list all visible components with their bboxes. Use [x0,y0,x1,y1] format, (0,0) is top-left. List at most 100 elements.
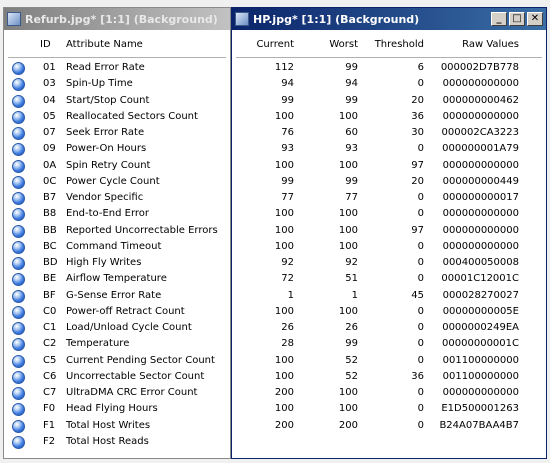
raw-value: 000000001A79 [442,143,519,155]
raw-value: 000000000000 [442,240,519,252]
attribute-name: Total Host Reads [66,435,149,447]
refurb-titlebar[interactable]: Refurb.jpg* [1:1] (Background) [4,8,230,30]
attribute-row[interactable]: C1 Load/Unload Cycle Count [4,321,230,337]
attribute-row[interactable]: B7 Vendor Specific [4,191,230,207]
threshold-value: 0 [417,143,424,155]
raw-value: 00000000001C [442,338,519,350]
values-row[interactable]: 99 99 20 000000000449 [232,175,546,191]
status-dot-icon [12,305,25,319]
current-value: 93 [281,143,294,155]
attribute-row[interactable]: 09 Power-On Hours [4,142,230,158]
attribute-name: High Fly Writes [66,257,142,268]
current-value: 99 [281,94,294,106]
values-row[interactable]: 77 77 0 000000000017 [232,191,546,207]
attribute-row[interactable]: 03 Spin-Up Time [4,77,230,93]
minimize-button[interactable]: _ [491,12,507,26]
attribute-id: C0 [43,305,57,317]
values-row[interactable]: 100 100 0 00000000005E [232,305,546,321]
values-row[interactable]: 100 52 36 001100000000 [232,370,546,386]
attribute-id: 01 [43,62,56,73]
attribute-row[interactable]: BB Reported Uncorrectable Errors [4,224,230,240]
worst-value: 93 [345,143,358,155]
threshold-value: 0 [417,387,424,398]
current-value: 200 [274,387,294,398]
attribute-row[interactable]: 04 Start/Stop Count [4,94,230,110]
current-value: 77 [281,192,294,203]
threshold-value: 45 [411,289,424,301]
values-row[interactable]: 76 60 30 000002CA3223 [232,126,546,142]
values-row[interactable]: 200 200 0 B24A07BAA4B7 [232,419,546,435]
status-dot-icon [12,143,25,157]
values-row[interactable]: 92 92 0 000400050008 [232,256,546,272]
values-row[interactable]: 28 99 0 00000000001C [232,337,546,353]
attribute-name: Vendor Specific [66,192,144,203]
values-row[interactable]: 200 100 0 000000000000 [232,386,546,402]
attribute-row[interactable]: 01 Read Error Rate [4,61,230,77]
attribute-row[interactable]: 0A Spin Retry Count [4,159,230,175]
values-row[interactable]: 100 100 0 000000000000 [232,207,546,223]
close-button[interactable]: ✕ [527,12,543,26]
attribute-row[interactable]: C6 Uncorrectable Sector Count [4,370,230,386]
attribute-row[interactable]: C5 Current Pending Sector Count [4,354,230,370]
values-row[interactable]: 72 51 0 00001C12001C [232,272,546,288]
attribute-row[interactable]: B8 End-to-End Error [4,207,230,223]
refurb-content: ID Attribute Name 01 Read Error Rate 03 Spi… [4,32,230,458]
attribute-id: C7 [43,387,57,398]
refurb-window[interactable]: Refurb.jpg* [1:1] (Background) ID Attrib… [3,7,231,459]
values-row[interactable]: 112 99 6 000002D7B778 [232,61,546,77]
attribute-id: F1 [43,419,56,431]
attribute-row[interactable]: F2 Total Host Reads [4,435,230,451]
attribute-row[interactable]: BF G-Sense Error Rate [4,289,230,305]
attribute-row[interactable]: BD High Fly Writes [4,256,230,272]
current-value: 200 [274,419,294,431]
raw-value: 000028270027 [442,289,519,301]
values-row[interactable]: 100 100 0 E1D500001263 [232,402,546,418]
threshold-value: 20 [411,94,424,106]
attribute-id: F0 [43,403,56,415]
attribute-id: C5 [43,354,57,366]
raw-value: E1D500001263 [441,403,519,415]
attribute-row[interactable]: 05 Reallocated Sectors Count [4,110,230,126]
values-row[interactable]: 26 26 0 0000000249EA [232,321,546,337]
status-dot-icon [12,289,25,303]
attribute-row[interactable]: F1 Total Host Writes [4,419,230,435]
values-row[interactable]: 94 94 0 000000000000 [232,77,546,93]
status-dot-icon [12,338,25,352]
attribute-row[interactable]: BC Command Timeout [4,240,230,256]
attribute-row[interactable]: F0 Head Flying Hours [4,402,230,418]
values-row[interactable]: 100 100 97 000000000000 [232,159,546,175]
attribute-name: Command Timeout [66,240,162,252]
values-row[interactable]: 100 100 97 000000000000 [232,224,546,240]
values-row[interactable]: 93 93 0 000000001A79 [232,142,546,158]
values-row[interactable]: 100 100 0 000000000000 [232,240,546,256]
attribute-row[interactable]: BE Airflow Temperature [4,272,230,288]
threshold-value: 30 [411,127,424,138]
values-list: 112 99 6 000002D7B778 94 94 0 000000000000 99 99 2… [232,61,546,451]
values-row[interactable]: 1 1 45 000028270027 [232,289,546,305]
values-row[interactable]: 100 52 0 001100000000 [232,354,546,370]
values-row[interactable]: 99 99 20 000000000462 [232,94,546,110]
attribute-id: BE [43,273,57,285]
values-row[interactable]: 100 100 36 000000000000 [232,110,546,126]
hp-titlebar[interactable]: HP.jpg* [1:1] (Background) _ □ ✕ [232,8,546,30]
attribute-name: Seek Error Rate [66,127,145,138]
attribute-row[interactable]: C2 Temperature [4,337,230,353]
attribute-row[interactable]: 07 Seek Error Rate [4,126,230,142]
values-row[interactable] [232,435,546,451]
attribute-row[interactable]: C7 UltraDMA CRC Error Count [4,386,230,402]
hp-window[interactable]: HP.jpg* [1:1] (Background) _ □ ✕ Current… [231,7,547,459]
attribute-name: Head Flying Hours [66,403,158,415]
hp-content: Current Worst Threshold Raw Values 112 99… [232,32,546,458]
status-dot-icon [12,110,25,124]
current-value: 72 [281,273,294,285]
attribute-row[interactable]: C0 Power-off Retract Count [4,305,230,321]
attribute-header: ID Attribute Name [4,39,230,53]
image-document-icon [235,12,249,26]
status-dot-icon [12,370,25,384]
maximize-button[interactable]: □ [509,12,525,26]
attribute-id: 05 [43,110,56,122]
raw-value: 001100000000 [442,354,519,366]
status-dot-icon [12,273,25,287]
attribute-row[interactable]: 0C Power Cycle Count [4,175,230,191]
current-value: 100 [274,208,294,220]
